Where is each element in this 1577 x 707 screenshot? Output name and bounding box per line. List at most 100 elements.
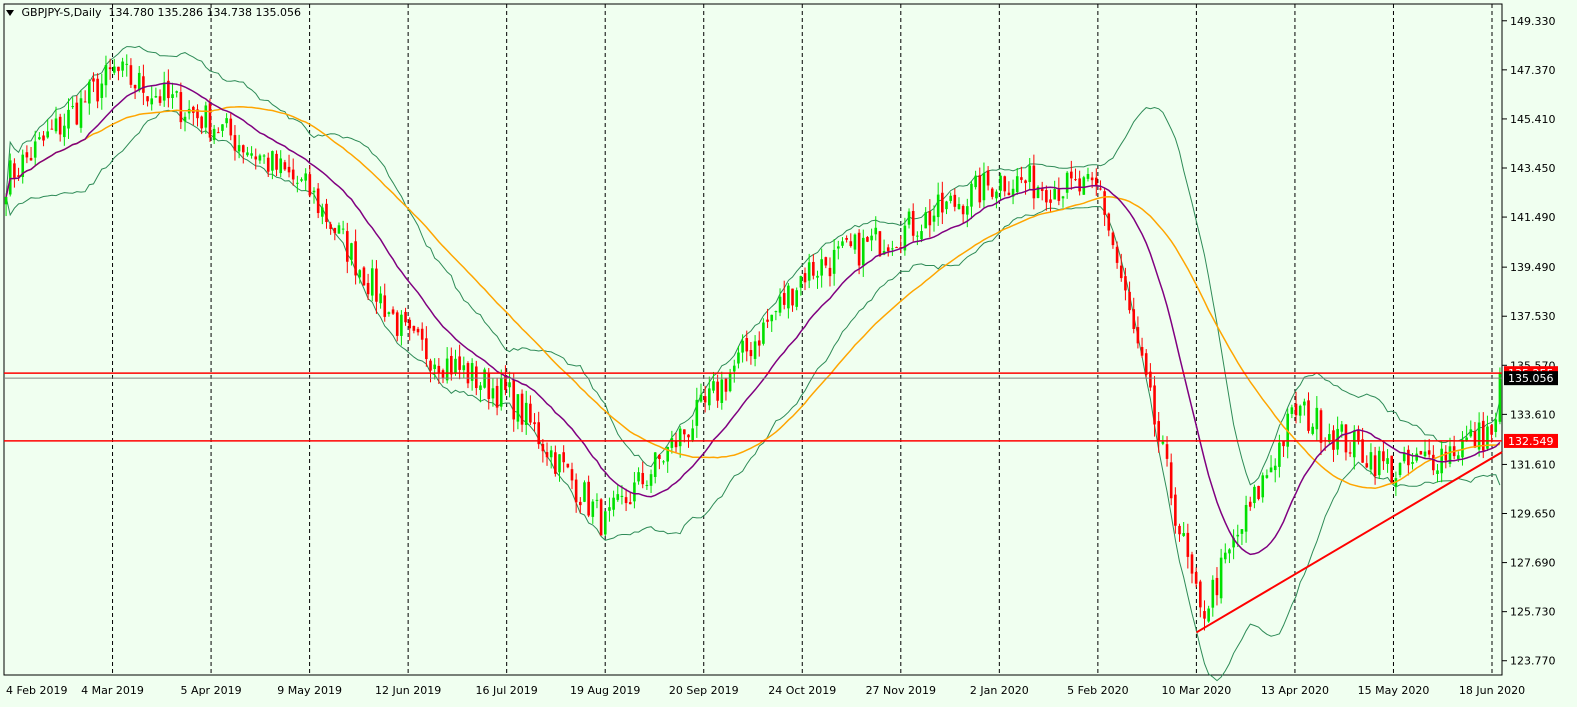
- candle-body: [158, 96, 162, 103]
- candle-body: [1028, 165, 1032, 183]
- candle-body: [803, 273, 807, 283]
- candle-body: [1078, 178, 1081, 192]
- y-tick-label: 127.690: [1510, 557, 1556, 570]
- candle-body: [653, 452, 657, 477]
- candle-body: [603, 511, 607, 535]
- candle-body: [212, 128, 216, 141]
- candle-body: [516, 394, 520, 422]
- candle-body: [1340, 424, 1344, 432]
- candle-body: [928, 211, 932, 226]
- candle-body: [861, 237, 865, 266]
- candle-body: [857, 232, 861, 266]
- candle-body: [795, 290, 798, 307]
- candle-body: [737, 352, 740, 364]
- candle-body: [104, 65, 108, 86]
- candle-body: [1024, 180, 1027, 184]
- candle-body: [978, 175, 982, 203]
- candle-body: [420, 328, 424, 340]
- candle-body: [67, 109, 70, 129]
- candle-body: [720, 379, 724, 403]
- candle-body: [812, 261, 815, 276]
- candle-body: [300, 179, 303, 181]
- candle-body: [425, 338, 428, 360]
- candle-body: [1082, 177, 1086, 195]
- candle-body: [275, 153, 278, 170]
- fast-moving-average: [5, 82, 1501, 556]
- candle-body: [1344, 424, 1348, 453]
- price-chart[interactable]: 4 Feb 2019 4 Mar 2019 5 Apr 2019 9 May 2019…: [0, 0, 1577, 707]
- candle-body: [1261, 475, 1265, 498]
- candle-body: [965, 206, 969, 215]
- candle-body: [1236, 534, 1240, 537]
- candle-body: [911, 211, 915, 236]
- candle-body: [1494, 419, 1498, 432]
- candle-body: [458, 356, 461, 370]
- candle-body: [949, 195, 952, 201]
- candle-body: [495, 385, 499, 408]
- candle-body: [628, 502, 632, 505]
- x-tick-label: 19 Aug 2019: [570, 684, 640, 697]
- candle-body: [8, 160, 12, 195]
- x-tick-label: 9 May 2019: [277, 684, 342, 697]
- candle-body: [770, 314, 774, 322]
- candle-body: [154, 96, 158, 98]
- x-tick-label: 20 Sep 2019: [669, 684, 739, 697]
- candle-body: [595, 499, 599, 501]
- candle-body: [133, 84, 137, 89]
- candle-body: [1365, 463, 1369, 468]
- x-tick-label: 2 Jan 2020: [970, 684, 1029, 697]
- candle-body: [620, 495, 624, 498]
- candle-body: [1215, 577, 1219, 596]
- candle-body: [562, 452, 565, 463]
- candle-body: [1153, 385, 1156, 425]
- candle-body: [241, 145, 245, 153]
- candle-body: [920, 231, 923, 240]
- candle-body: [1273, 465, 1277, 471]
- candle-body: [229, 118, 233, 136]
- candle-body: [907, 211, 911, 225]
- candle-body: [1457, 455, 1460, 459]
- chart-window[interactable]: 4 Feb 2019 4 Mar 2019 5 Apr 2019 9 May 2019…: [0, 0, 1577, 707]
- candle-body: [395, 312, 399, 336]
- candle-body: [1269, 467, 1273, 473]
- y-tick-label: 139.490: [1510, 261, 1556, 274]
- candle-body: [1165, 444, 1169, 459]
- candle-body: [1407, 449, 1410, 466]
- candle-body: [13, 163, 16, 179]
- candle-body: [474, 366, 478, 389]
- candle-body: [183, 116, 187, 122]
- candle-body: [358, 270, 362, 278]
- dropdown-triangle-icon[interactable]: [6, 10, 14, 16]
- candle-body: [741, 340, 744, 353]
- candle-body: [599, 499, 603, 536]
- candle-body: [1178, 525, 1181, 535]
- candle-body: [454, 358, 457, 374]
- chart-header: GBPJPY-S,Daily 134.780 135.286 134.738 1…: [6, 6, 301, 19]
- candle-body: [549, 450, 553, 458]
- candle-body: [1373, 455, 1377, 477]
- candle-body: [995, 191, 998, 199]
- candle-body: [391, 309, 395, 314]
- candle-body: [171, 94, 174, 98]
- candle-body: [1386, 458, 1389, 464]
- candle-body: [283, 162, 287, 170]
- candle-body: [691, 428, 694, 441]
- candle-body: [641, 472, 645, 485]
- candle-body: [849, 241, 853, 247]
- candle-body: [79, 98, 83, 128]
- candle-body: [1149, 371, 1152, 388]
- x-tick-label: 4 Mar 2019: [81, 684, 144, 697]
- candle-body: [695, 399, 699, 426]
- candle-body: [1498, 372, 1502, 422]
- candle-body: [683, 429, 686, 435]
- candle-body: [487, 373, 491, 399]
- candle-body: [1311, 426, 1314, 434]
- candle-body: [370, 268, 374, 296]
- candle-body: [1090, 177, 1094, 181]
- candle-body: [662, 461, 665, 463]
- x-tick-label: 27 Nov 2019: [866, 684, 936, 697]
- candle-body: [1086, 174, 1090, 179]
- candle-body: [708, 388, 711, 406]
- y-tick-label: 133.610: [1510, 408, 1556, 421]
- candle-body: [1432, 454, 1435, 471]
